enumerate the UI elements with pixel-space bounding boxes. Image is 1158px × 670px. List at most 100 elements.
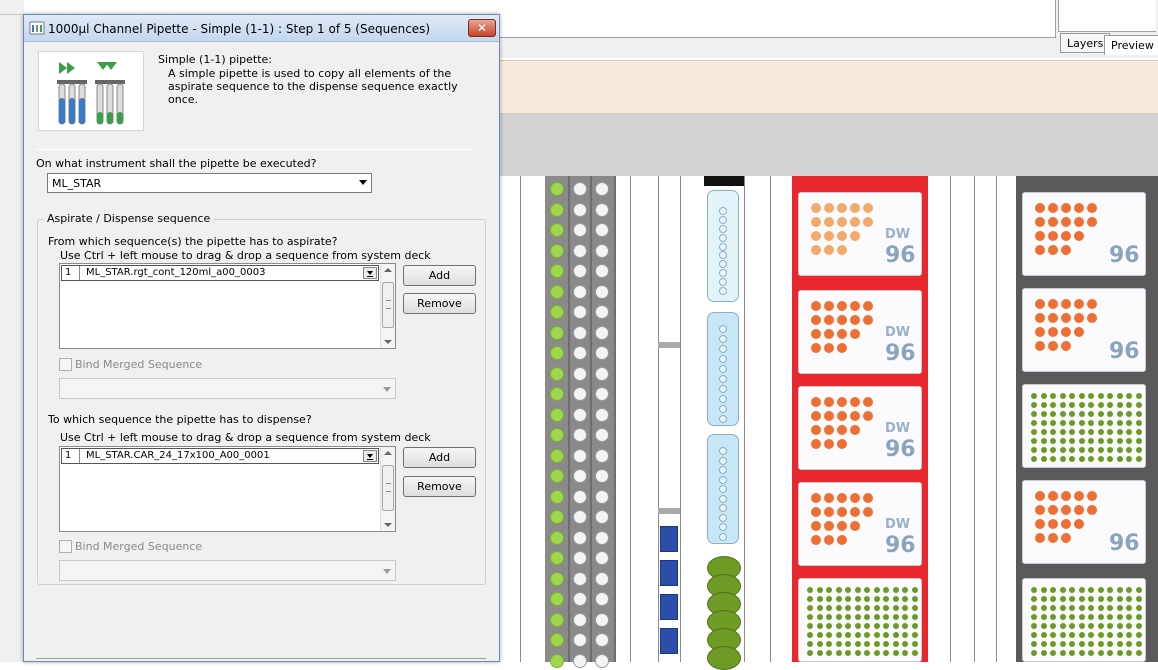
plate-well xyxy=(1050,650,1056,656)
tab-preview[interactable]: Preview xyxy=(1104,35,1158,55)
tube-slot[interactable] xyxy=(660,594,678,620)
plate-well xyxy=(1061,245,1071,255)
scroll-up-icon[interactable] xyxy=(384,451,392,455)
plate-well xyxy=(1135,641,1142,647)
dispense-remove-button[interactable]: Remove xyxy=(403,476,476,497)
aspirate-merged-select[interactable] xyxy=(59,378,396,399)
reagent-trough[interactable] xyxy=(707,190,739,302)
tip xyxy=(595,530,609,545)
plate-well xyxy=(1126,623,1132,629)
chevron-down-icon[interactable] xyxy=(363,450,377,462)
chevron-down-icon[interactable] xyxy=(359,180,367,185)
tip-carrier[interactable] xyxy=(546,176,616,668)
trough-well xyxy=(719,405,727,413)
tube-slot[interactable] xyxy=(660,628,678,654)
trough-well xyxy=(719,260,727,269)
dispense-hint: Use Ctrl + left mouse to drag & drop a s… xyxy=(60,431,431,444)
plate-well xyxy=(1061,203,1071,213)
tip xyxy=(595,223,609,237)
plate-well xyxy=(816,641,823,647)
close-button[interactable]: ✕ xyxy=(468,19,496,37)
plate-well xyxy=(1050,393,1056,399)
reagent-trough[interactable] xyxy=(707,434,739,544)
deck-rail xyxy=(770,176,771,662)
tip xyxy=(595,653,609,668)
plate-well xyxy=(1061,313,1071,323)
deepwell-plate: DW 96 xyxy=(798,482,922,566)
dispense-sequence-list[interactable]: 1 ML_STAR.CAR_24_17x100_A00_0001 xyxy=(59,446,396,532)
plate-well xyxy=(1116,641,1123,647)
plate-well xyxy=(824,315,834,325)
deepwell-plate: DW 96 xyxy=(798,192,922,276)
scroll-down-icon[interactable] xyxy=(384,523,392,527)
dispense-merged-select[interactable] xyxy=(59,560,396,581)
plate-well xyxy=(837,397,847,407)
tab-layers[interactable]: Layers xyxy=(1060,33,1111,53)
plate-well xyxy=(1078,641,1085,647)
instrument-select[interactable]: ML_STAR xyxy=(47,173,372,193)
plate-well xyxy=(1126,641,1132,647)
dispense-bind-merged-checkbox[interactable] xyxy=(59,540,72,553)
plate-well xyxy=(1116,587,1123,593)
plate-well xyxy=(1088,393,1094,399)
system-deck[interactable]: DW 96 DW 96 DW 96 DW 96 96 96 96 xyxy=(498,176,1158,670)
plate-well xyxy=(824,231,834,241)
aspirate-remove-button[interactable]: Remove xyxy=(403,293,476,314)
plate-well xyxy=(824,203,834,213)
trough-well xyxy=(719,233,727,242)
plate-well xyxy=(863,493,873,503)
carrier-stop xyxy=(658,508,680,514)
plate-well xyxy=(1078,632,1085,638)
plate-well xyxy=(845,641,851,647)
plate-well xyxy=(1040,447,1047,453)
aspirate-question: From which sequence(s) the pipette has t… xyxy=(48,235,338,248)
plate-well xyxy=(816,623,823,629)
aspirate-add-button[interactable]: Add xyxy=(403,265,476,286)
plate-type-label: DW xyxy=(885,517,911,532)
plate-type-label: DW xyxy=(885,325,911,340)
reagent-trough[interactable] xyxy=(707,312,739,426)
chevron-down-icon[interactable] xyxy=(363,267,377,279)
plate-well xyxy=(811,315,821,325)
plate-well xyxy=(826,614,832,620)
tip xyxy=(595,346,609,360)
aspirate-list-scrollbar[interactable] xyxy=(380,264,395,348)
plate-well xyxy=(1126,420,1132,426)
scroll-thumb[interactable] xyxy=(382,465,394,511)
plate-well xyxy=(1059,402,1066,408)
aspirate-sequence-row[interactable]: 1 ML_STAR.rgt_cont_120ml_a00_0003 xyxy=(61,265,379,281)
plate-well xyxy=(1040,402,1047,408)
scroll-up-icon[interactable] xyxy=(384,268,392,272)
tip xyxy=(550,653,564,668)
dispense-sequence-row[interactable]: 1 ML_STAR.CAR_24_17x100_A00_0001 xyxy=(61,448,379,464)
dispense-list-scrollbar[interactable] xyxy=(380,447,395,531)
aspirate-hint: Use Ctrl + left mouse to drag & drop a s… xyxy=(60,249,431,262)
plate-well xyxy=(807,596,813,602)
plate-well xyxy=(824,493,834,503)
tube-slot[interactable] xyxy=(660,526,678,552)
aspirate-sequence-list[interactable]: 1 ML_STAR.rgt_cont_120ml_a00_0003 xyxy=(59,263,396,349)
plate-well xyxy=(1097,614,1104,620)
title-bar[interactable]: 1000µl Channel Pipette - Simple (1-1) : … xyxy=(24,15,499,42)
tip xyxy=(595,489,609,504)
plate-well xyxy=(1059,596,1066,602)
plate-well xyxy=(816,605,823,611)
plate-well xyxy=(811,521,821,531)
plate-well xyxy=(1059,429,1066,435)
plate-well xyxy=(854,614,861,620)
deck-rail xyxy=(630,176,631,662)
scroll-thumb[interactable] xyxy=(382,282,394,328)
scroll-down-icon[interactable] xyxy=(384,340,392,344)
chevron-down-icon[interactable] xyxy=(383,569,391,574)
dispense-bind-merged-label: Bind Merged Sequence xyxy=(75,540,203,553)
chevron-down-icon[interactable] xyxy=(383,387,391,392)
aspirate-bind-merged-checkbox[interactable] xyxy=(59,358,72,371)
tip xyxy=(550,305,564,319)
plate-well xyxy=(1107,411,1113,417)
plate-well xyxy=(1088,596,1094,602)
plate-well xyxy=(1048,519,1058,529)
plate-type-label: DW xyxy=(885,421,911,436)
dispense-add-button[interactable]: Add xyxy=(403,447,476,468)
trough-well xyxy=(719,215,727,224)
tube-slot[interactable] xyxy=(660,560,678,586)
